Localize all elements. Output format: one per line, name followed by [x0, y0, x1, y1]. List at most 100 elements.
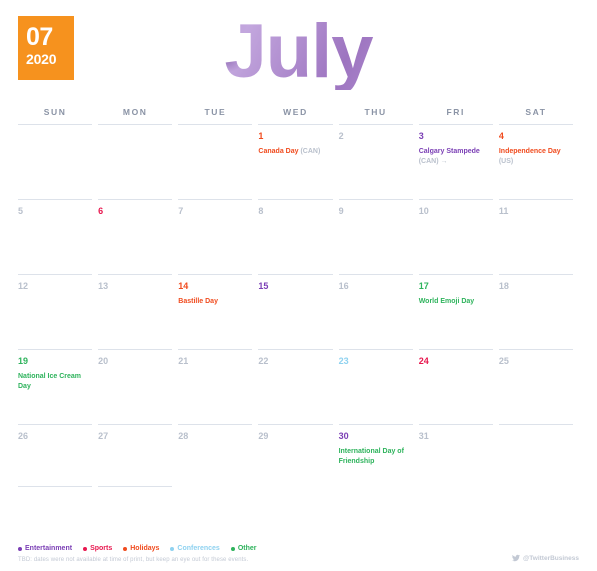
event-item[interactable]: World Emoji Day: [419, 297, 493, 307]
legend-dot-icon: [18, 546, 22, 551]
event-name: International Day of Friendship: [338, 448, 404, 465]
legend-item-conferences[interactable]: Conferences: [170, 545, 220, 552]
day-cell-8[interactable]: 8: [258, 200, 333, 275]
day-cell-22[interactable]: 22: [258, 350, 333, 425]
day-cell-30[interactable]: 30 International Day of Friendship: [339, 425, 413, 487]
calendar-header: 07 2020 July: [0, 0, 597, 105]
day-cell-28[interactable]: 28: [178, 425, 252, 487]
calendar-week-row: 5 6 7 8 9 10 11: [18, 200, 579, 275]
day-cell-3[interactable]: 3 Calgary Stampede (CAN) →: [418, 125, 493, 200]
day-number: 27: [98, 431, 109, 441]
day-cell-14[interactable]: 14 Bastille Day: [178, 275, 253, 350]
weekday-header-sun: SUN: [18, 107, 93, 125]
day-number: 10: [418, 206, 429, 216]
day-cell-31[interactable]: 31: [419, 425, 493, 487]
weekday-header-mon: MON: [98, 107, 173, 125]
day-cell-5[interactable]: 5: [18, 200, 93, 275]
event-item[interactable]: International Day of Friendship: [339, 447, 413, 466]
day-number: 23: [338, 356, 349, 366]
day-cell-17[interactable]: 17 World Emoji Day: [418, 275, 493, 350]
category-legend: Entertainment Sports Holidays Conferences Ot…: [18, 545, 579, 552]
twitter-bird-icon: [511, 554, 520, 562]
day-cell-26[interactable]: 26: [18, 425, 93, 487]
day-number: 11: [498, 206, 509, 216]
day-number: 30: [338, 431, 349, 441]
event-name: Bastille Day: [178, 298, 218, 305]
event-region: (CAN): [300, 148, 321, 155]
day-cell-21[interactable]: 21: [178, 350, 253, 425]
day-number: 12: [18, 281, 29, 291]
day-number: 26: [18, 431, 29, 441]
day-number: 19: [18, 356, 29, 366]
day-events: Independence Day (US): [499, 147, 573, 166]
event-item[interactable]: Calgary Stampede (CAN) →: [419, 147, 493, 166]
day-cell-10[interactable]: 10: [418, 200, 493, 275]
weekday-header-fri: FRI: [418, 107, 493, 125]
day-number: 29: [258, 431, 269, 441]
day-number: 16: [338, 281, 349, 291]
event-region: (US): [498, 157, 514, 165]
calendar-week-row: 12 13 14 Bastille Day 15 16 17 World Emoji Day 1…: [18, 275, 579, 350]
footnote-text: TBD: dates were not available at time of…: [18, 557, 249, 563]
day-number: 3: [418, 131, 424, 141]
day-cell-12[interactable]: 12: [18, 275, 93, 350]
day-number: 14: [178, 281, 189, 291]
day-events: Bastille Day: [178, 297, 252, 307]
day-number: 21: [178, 356, 189, 366]
day-cell-23[interactable]: 23: [338, 350, 413, 425]
calendar-week-row: 26 27 28 29 30 International Day of Friendshi…: [18, 425, 579, 487]
weekday-header-row: SUN MON TUE WED THU FRI SAT: [0, 107, 597, 125]
day-number: 8: [258, 206, 264, 216]
event-item[interactable]: Bastille Day: [178, 297, 252, 307]
legend-item-entertainment[interactable]: Entertainment: [18, 545, 72, 552]
day-number: 15: [258, 281, 269, 291]
day-cell-empty: [98, 125, 173, 200]
event-item[interactable]: National Ice Cream Day: [18, 372, 92, 391]
day-cell-15[interactable]: 15: [258, 275, 333, 350]
event-name: Canada Day: [258, 148, 301, 155]
day-cell-27[interactable]: 27: [98, 425, 173, 487]
day-cell-7[interactable]: 7: [178, 200, 253, 275]
calendar-weeks: 1 Canada Day (CAN) 2 3 Calgary Stampede (CAN…: [0, 125, 597, 487]
calendar-week-row: 1 Canada Day (CAN) 2 3 Calgary Stampede (CAN…: [18, 125, 579, 200]
event-item[interactable]: Canada Day (CAN): [258, 147, 332, 157]
legend-item-sports[interactable]: Sports: [83, 545, 112, 552]
day-number: 4: [498, 131, 504, 141]
legend-item-other[interactable]: Other: [230, 545, 257, 552]
legend-label: Sports: [90, 545, 113, 552]
legend-label: Other: [237, 545, 257, 552]
day-cell-29[interactable]: 29: [258, 425, 332, 487]
weekday-header-thu: THU: [338, 107, 413, 125]
day-events: Calgary Stampede (CAN) →: [419, 147, 493, 166]
day-cell-25[interactable]: 25: [498, 350, 573, 425]
day-cell-16[interactable]: 16: [338, 275, 413, 350]
event-name: World Emoji Day: [418, 298, 475, 305]
day-number: 18: [498, 281, 509, 291]
day-cell-24[interactable]: 24: [418, 350, 493, 425]
day-cell-13[interactable]: 13: [98, 275, 173, 350]
event-name: Calgary Stampede: [418, 148, 480, 155]
legend-dot-icon: [123, 546, 128, 551]
day-number: 5: [18, 206, 24, 216]
month-title: July: [0, 14, 597, 90]
day-cell-20[interactable]: 20: [98, 350, 173, 425]
day-cell-1[interactable]: 1 Canada Day (CAN): [258, 125, 333, 200]
day-cell-18[interactable]: 18: [498, 275, 573, 350]
event-item[interactable]: Independence Day (US): [499, 147, 573, 166]
event-name: National Ice Cream Day: [18, 373, 82, 390]
day-cell-9[interactable]: 9: [338, 200, 413, 275]
day-number: 25: [498, 356, 509, 366]
day-cell-19[interactable]: 19 National Ice Cream Day: [18, 350, 93, 425]
day-cell-2[interactable]: 2: [338, 125, 413, 200]
day-number: 17: [418, 281, 429, 291]
day-number: 24: [418, 356, 429, 366]
event-region: (CAN) →: [418, 157, 448, 165]
day-number: 9: [338, 206, 344, 216]
calendar-page: 07 2020 July SUN MON TUE WED THU FRI SAT 1 Cana…: [0, 0, 597, 571]
day-cell-11[interactable]: 11: [498, 200, 573, 275]
day-cell-6[interactable]: 6: [98, 200, 173, 275]
day-cell-4[interactable]: 4 Independence Day (US): [498, 125, 573, 200]
legend-item-holidays[interactable]: Holidays: [123, 545, 159, 552]
weekday-header-sat: SAT: [498, 107, 573, 125]
branding: @TwitterBusiness: [511, 554, 579, 562]
